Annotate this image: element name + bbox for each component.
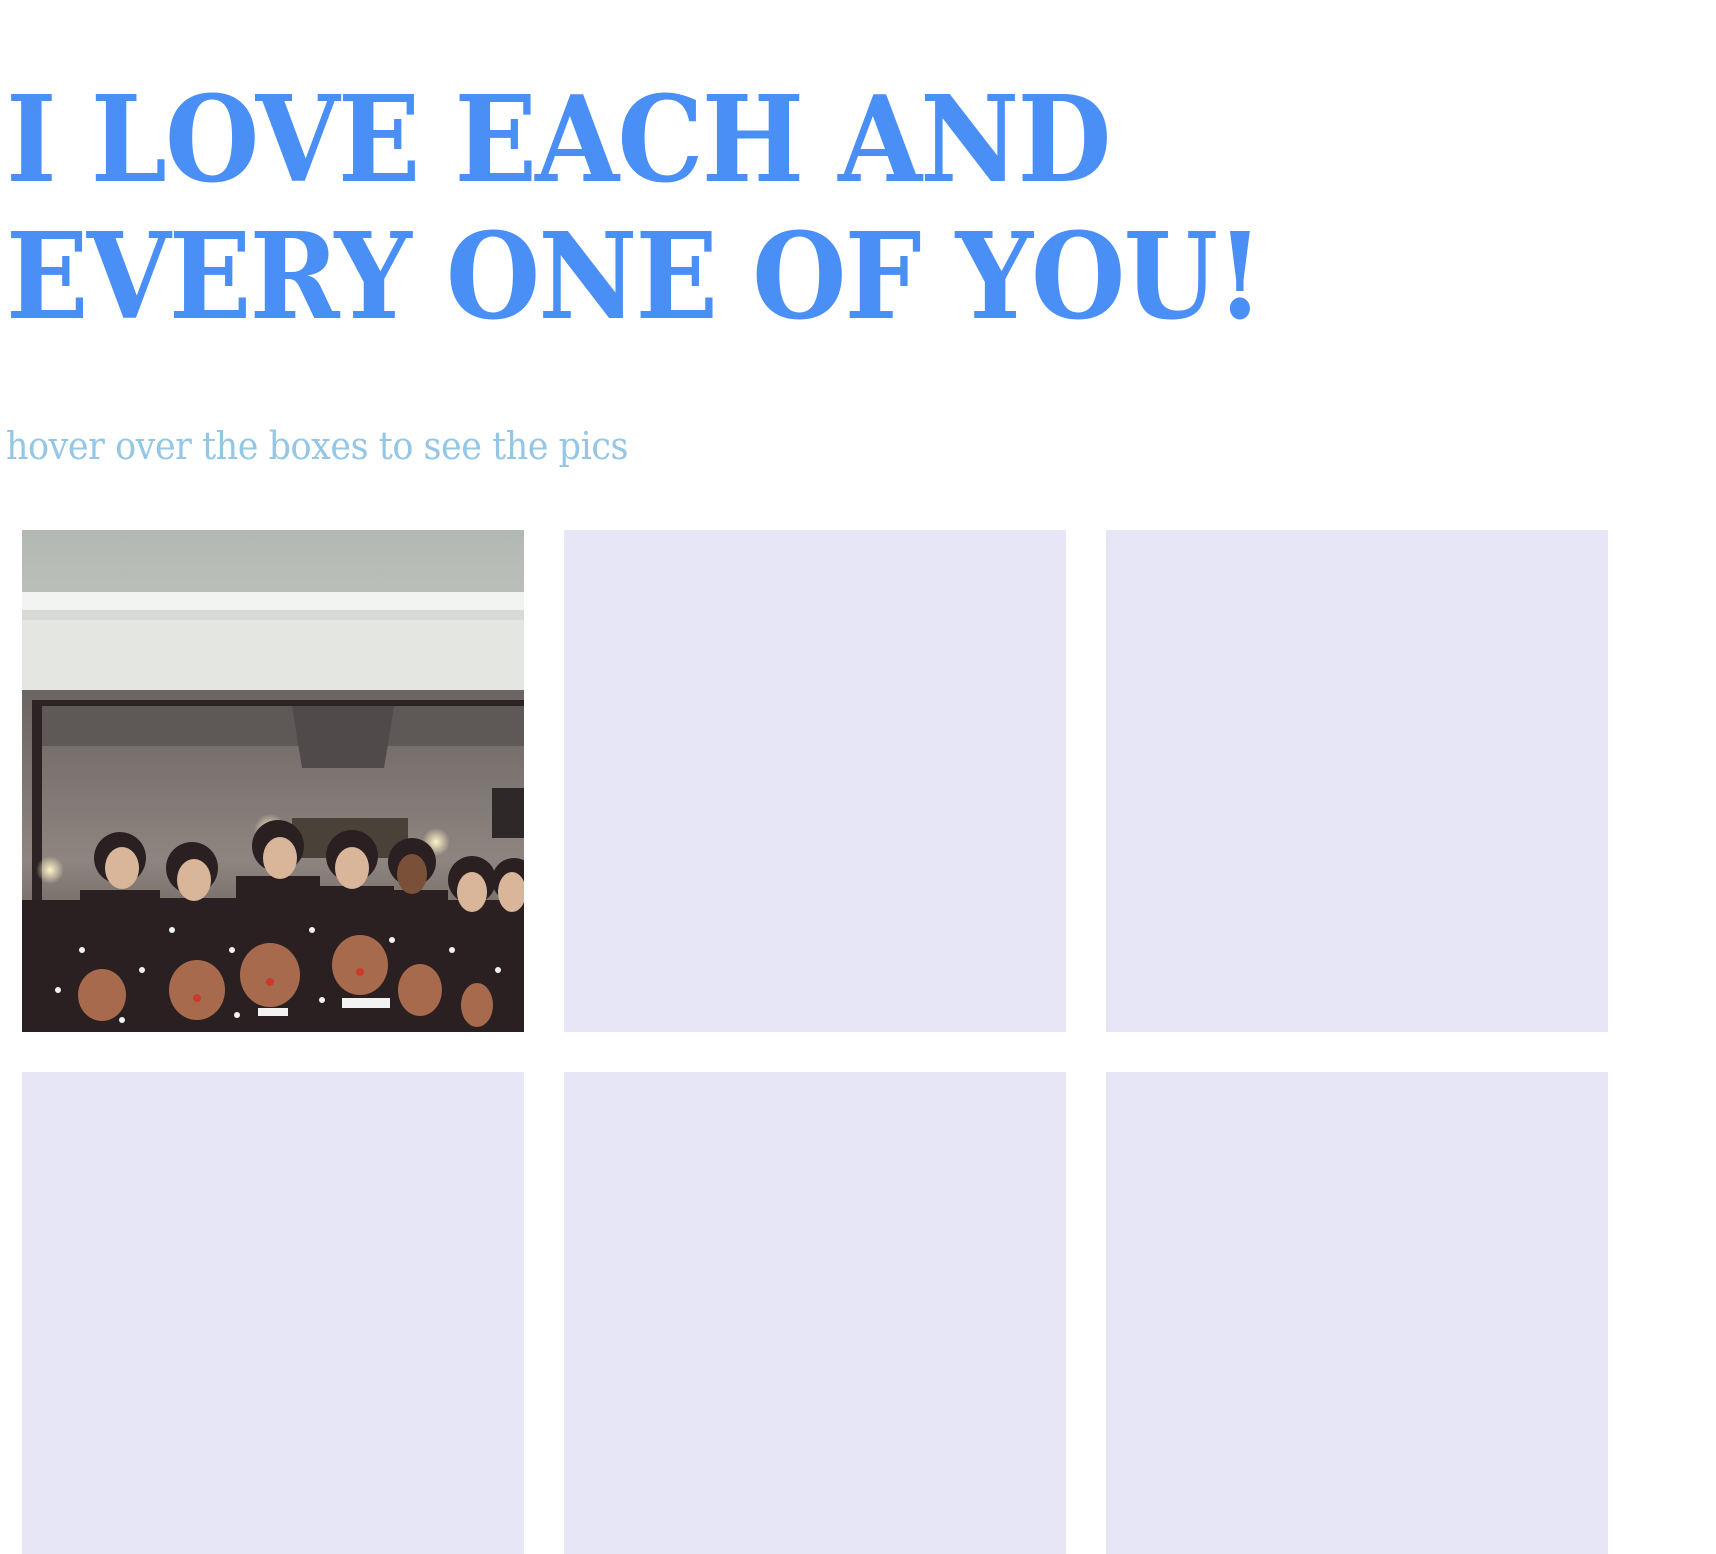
photo-box-3[interactable]: [1106, 530, 1608, 1032]
group-photo-image: [22, 530, 524, 1032]
photo-grid: [22, 530, 1608, 1554]
hover-instruction: hover over the boxes to see the pics: [6, 424, 628, 468]
photo-box-1[interactable]: [22, 530, 524, 1032]
photo-box-2[interactable]: [564, 530, 1066, 1032]
photo-box-5[interactable]: [564, 1072, 1066, 1554]
photo-box-4[interactable]: [22, 1072, 524, 1554]
page-title: I LOVE EACH AND EVERY ONE OF YOU!: [6, 70, 1264, 347]
photo-box-6[interactable]: [1106, 1072, 1608, 1554]
